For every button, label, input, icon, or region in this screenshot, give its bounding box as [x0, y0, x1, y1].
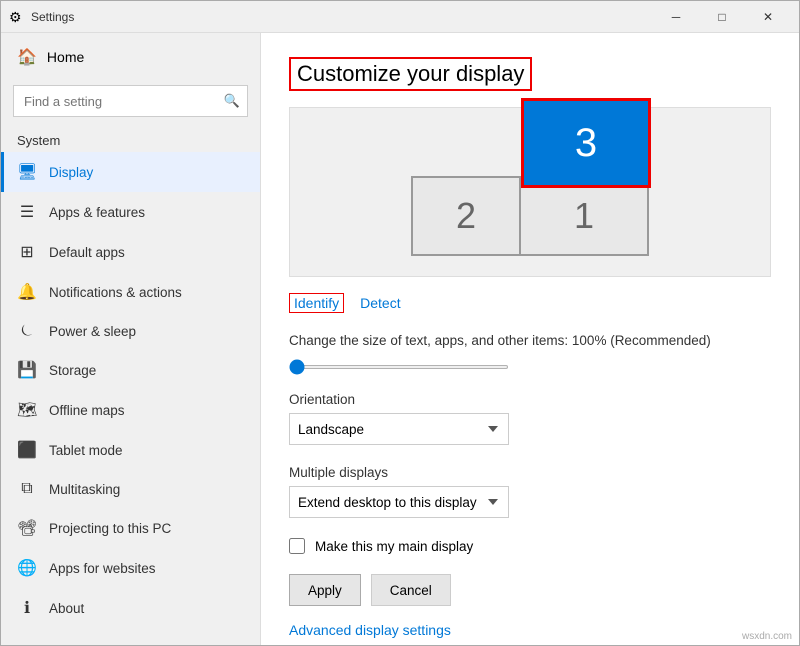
sidebar-item-label: About [49, 601, 84, 616]
monitor-3[interactable]: 3 [521, 98, 651, 188]
notifications-icon: 🔔 [17, 282, 37, 302]
multiple-displays-select[interactable]: Extend desktop to this display Duplicate… [289, 486, 509, 518]
sidebar-item-label: Apps & features [49, 205, 145, 220]
power-sleep-icon: ⏾ [17, 322, 37, 340]
monitor-2[interactable]: 2 [411, 176, 521, 256]
scale-slider[interactable] [289, 365, 509, 369]
settings-icon: ⚙ [9, 9, 25, 25]
scale-section: Change the size of text, apps, and other… [289, 333, 771, 372]
page-title: Customize your display [289, 57, 532, 91]
sidebar-item-label: Offline maps [49, 403, 125, 418]
multiple-displays-group: Multiple displays Extend desktop to this… [289, 465, 771, 518]
make-main-checkbox[interactable] [289, 538, 305, 554]
make-main-row: Make this my main display [289, 538, 771, 554]
sidebar-item-label: Display [49, 165, 93, 180]
home-icon: 🏠 [17, 47, 37, 67]
sidebar-item-label: Tablet mode [49, 443, 123, 458]
sidebar-item-notifications[interactable]: 🔔 Notifications & actions [1, 272, 260, 312]
home-label: Home [47, 49, 84, 65]
search-input[interactable] [13, 85, 248, 117]
sidebar-item-projecting[interactable]: 📽 Projecting to this PC [1, 508, 260, 548]
titlebar: ⚙ Settings ─ □ ✕ [1, 1, 799, 33]
sidebar-item-tablet-mode[interactable]: ⬛ Tablet mode [1, 430, 260, 470]
button-row: Apply Cancel [289, 574, 771, 606]
apps-websites-icon: 🌐 [17, 558, 37, 578]
maximize-button[interactable]: □ [699, 1, 745, 33]
display-icon: 🖥 [17, 162, 37, 182]
sidebar-item-label: Multitasking [49, 482, 120, 497]
sidebar-item-power-sleep[interactable]: ⏾ Power & sleep [1, 312, 260, 350]
tablet-mode-icon: ⬛ [17, 440, 37, 460]
search-icon: 🔍 [224, 93, 240, 109]
sidebar-item-label: Default apps [49, 245, 125, 260]
search-box: 🔍 [13, 85, 248, 117]
multiple-displays-label: Multiple displays [289, 465, 771, 480]
sidebar-item-about[interactable]: ℹ About [1, 588, 260, 628]
sidebar-section-label: System [1, 125, 260, 152]
multitasking-icon: ⧉ [17, 480, 37, 498]
about-icon: ℹ [17, 598, 37, 618]
window-controls: ─ □ ✕ [653, 1, 791, 33]
sidebar-item-label: Projecting to this PC [49, 521, 171, 536]
sidebar-home[interactable]: 🏠 Home [1, 33, 260, 81]
watermark: wsxdn.com [742, 631, 792, 642]
storage-icon: 💾 [17, 360, 37, 380]
display-preview: 3 2 1 [289, 107, 771, 277]
link-row: Identify Detect [289, 293, 771, 313]
sidebar-item-storage[interactable]: 💾 Storage [1, 350, 260, 390]
offline-maps-icon: 🗺 [17, 400, 37, 420]
orientation-group: Orientation Landscape Portrait Landscape… [289, 392, 771, 445]
minimize-button[interactable]: ─ [653, 1, 699, 33]
monitor-1[interactable]: 1 [519, 176, 649, 256]
sidebar-item-label: Apps for websites [49, 561, 156, 576]
titlebar-title: Settings [31, 10, 653, 24]
sidebar-item-multitasking[interactable]: ⧉ Multitasking [1, 470, 260, 508]
sidebar-item-label: Power & sleep [49, 324, 136, 339]
sidebar-item-default-apps[interactable]: ⊞ Default apps [1, 232, 260, 272]
main-panel: Customize your display 3 2 1 [261, 33, 799, 645]
sidebar-item-apps-websites[interactable]: 🌐 Apps for websites [1, 548, 260, 588]
cancel-button[interactable]: Cancel [371, 574, 451, 606]
default-apps-icon: ⊞ [17, 242, 37, 262]
sidebar-item-label: Storage [49, 363, 96, 378]
orientation-select[interactable]: Landscape Portrait Landscape (flipped) P… [289, 413, 509, 445]
monitor-3-label: 3 [575, 121, 597, 166]
apps-features-icon: ☰ [17, 202, 37, 222]
sidebar-item-offline-maps[interactable]: 🗺 Offline maps [1, 390, 260, 430]
sidebar-item-apps-features[interactable]: ☰ Apps & features [1, 192, 260, 232]
close-button[interactable]: ✕ [745, 1, 791, 33]
sidebar-item-display[interactable]: 🖥 Display [1, 152, 260, 192]
advanced-display-link[interactable]: Advanced display settings [289, 622, 451, 638]
scale-label: Change the size of text, apps, and other… [289, 333, 771, 348]
orientation-label: Orientation [289, 392, 771, 407]
sidebar: 🏠 Home 🔍 System 🖥 Display ☰ Apps & featu… [1, 33, 261, 645]
sidebar-item-label: Notifications & actions [49, 285, 182, 300]
make-main-label: Make this my main display [315, 539, 473, 554]
monitor-1-label: 1 [574, 195, 594, 237]
monitor-2-label: 2 [456, 195, 476, 237]
apply-button[interactable]: Apply [289, 574, 361, 606]
detect-button[interactable]: Detect [360, 293, 400, 313]
projecting-icon: 📽 [17, 518, 37, 538]
identify-button[interactable]: Identify [289, 293, 344, 313]
